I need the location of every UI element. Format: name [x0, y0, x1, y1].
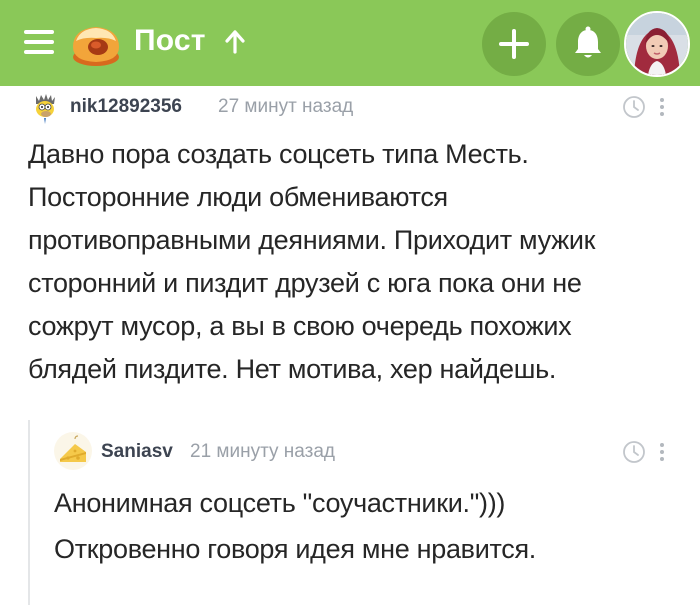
cheese-avatar-icon: [60, 435, 86, 462]
comment-body: Давно пора создать соцсеть типа Месть. П…: [28, 133, 688, 391]
comment-line: Давно пора создать соцсеть типа Месть.: [28, 139, 529, 169]
plus-icon: [499, 29, 529, 59]
more-vertical-icon[interactable]: [658, 96, 666, 118]
menu-icon-line: [24, 50, 54, 54]
menu-icon-line: [24, 30, 54, 34]
comment-line: сожрут мусор, а вы в свою очередь похожи…: [28, 311, 572, 341]
menu-icon-line: [24, 40, 54, 44]
avatar[interactable]: [624, 11, 690, 77]
more-vertical-icon[interactable]: [658, 441, 666, 463]
thread-line[interactable]: [28, 420, 30, 605]
pikabu-logo[interactable]: [68, 17, 124, 69]
menu-icon[interactable]: [24, 30, 54, 54]
clock-icon[interactable]: [622, 95, 646, 119]
comment-body: Анонимная соцсеть "соучастники."))) Откр…: [54, 480, 684, 572]
comment-line: Посторонние люди обмениваются: [28, 182, 448, 212]
comment-line: сторонний и пиздит друзей с юга пока они…: [28, 268, 582, 298]
comment-line: противоправными деяниями. Приходит мужик: [28, 225, 596, 255]
comment-author[interactable]: nik12892356: [70, 96, 182, 118]
clock-icon[interactable]: [622, 440, 646, 464]
user-avatar[interactable]: [54, 432, 92, 470]
comment-author[interactable]: Saniasv: [101, 441, 173, 463]
arrow-up-icon[interactable]: [224, 29, 246, 55]
profile-photo: [626, 13, 688, 75]
page-title: Пост: [134, 24, 206, 57]
user-avatar-icon[interactable]: [30, 92, 60, 126]
top-bar: Пост: [0, 0, 700, 86]
add-button[interactable]: [482, 12, 546, 76]
comment-time[interactable]: 21 минуту назад: [190, 441, 335, 463]
comment-line: Откровенно говоря идея мне нравится.: [54, 534, 536, 564]
comment-time[interactable]: 27 минут назад: [218, 96, 353, 118]
bell-icon: [575, 26, 601, 58]
comment-line: блядей пиздите. Нет мотива, хер найдешь.: [28, 354, 557, 384]
notifications-button[interactable]: [556, 12, 620, 76]
comment-line: Анонимная соцсеть "соучастники."))): [54, 488, 506, 518]
